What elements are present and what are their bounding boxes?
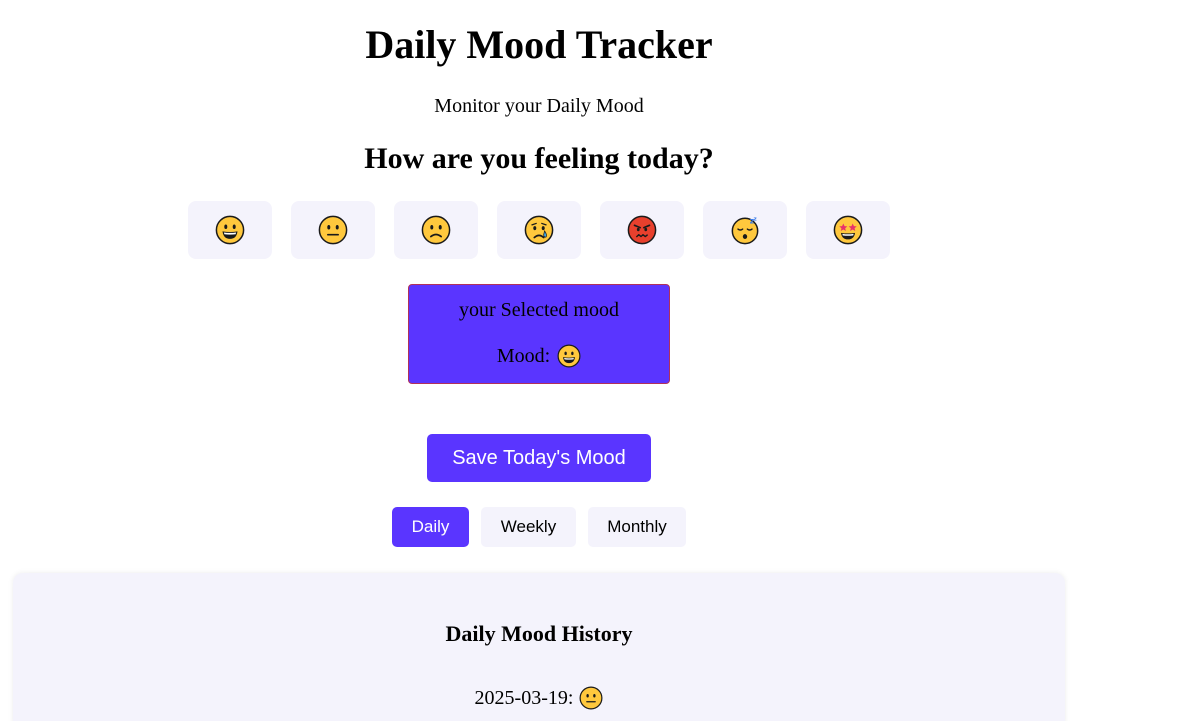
history-title: Daily Mood History bbox=[445, 621, 633, 646]
neutral-face-icon bbox=[318, 215, 348, 245]
history-entry-date: 2025-03-19: bbox=[474, 687, 574, 709]
star-struck-face-icon bbox=[833, 215, 863, 245]
selected-mood-title: your Selected mood bbox=[459, 299, 619, 321]
mood-button-sleepy[interactable]: z z bbox=[703, 201, 787, 259]
crying-face-icon bbox=[524, 215, 554, 245]
page-subtitle: Monitor your Daily Mood bbox=[434, 95, 644, 117]
mood-history-panel: Daily Mood History 2025-03-19: bbox=[13, 573, 1065, 721]
selected-mood-label: Mood: bbox=[496, 345, 551, 367]
mood-button-angry[interactable] bbox=[600, 201, 684, 259]
slightly-frowning-face-icon bbox=[421, 215, 451, 245]
grinning-face-icon bbox=[215, 215, 245, 245]
mood-button-sad[interactable] bbox=[394, 201, 478, 259]
mood-question: How are you feeling today? bbox=[364, 142, 714, 175]
neutral-face-icon bbox=[579, 686, 603, 710]
mood-tracker-page: Daily Mood Tracker Monitor your Daily Mo… bbox=[0, 0, 1193, 721]
svg-text:z: z bbox=[753, 217, 756, 223]
sleeping-face-icon: z z bbox=[731, 216, 759, 245]
mood-options: z z bbox=[188, 201, 890, 259]
page-title: Daily Mood Tracker bbox=[365, 22, 713, 67]
grinning-face-icon bbox=[557, 344, 581, 368]
list-item: 2025-03-19: bbox=[13, 685, 1065, 711]
mood-button-crying[interactable] bbox=[497, 201, 581, 259]
mood-button-star-struck[interactable] bbox=[806, 201, 890, 259]
tab-weekly[interactable]: Weekly bbox=[481, 507, 576, 547]
save-mood-button[interactable]: Save Today's Mood bbox=[427, 434, 651, 482]
tab-daily[interactable]: Daily bbox=[392, 507, 469, 547]
history-tabs: Daily Weekly Monthly bbox=[392, 507, 686, 547]
tab-monthly[interactable]: Monthly bbox=[588, 507, 686, 547]
selected-mood-display: Mood: bbox=[409, 343, 669, 369]
angry-face-icon bbox=[627, 215, 657, 245]
mood-button-neutral[interactable] bbox=[291, 201, 375, 259]
selected-mood-panel: your Selected mood Mood: bbox=[408, 284, 670, 384]
mood-button-happy[interactable] bbox=[188, 201, 272, 259]
